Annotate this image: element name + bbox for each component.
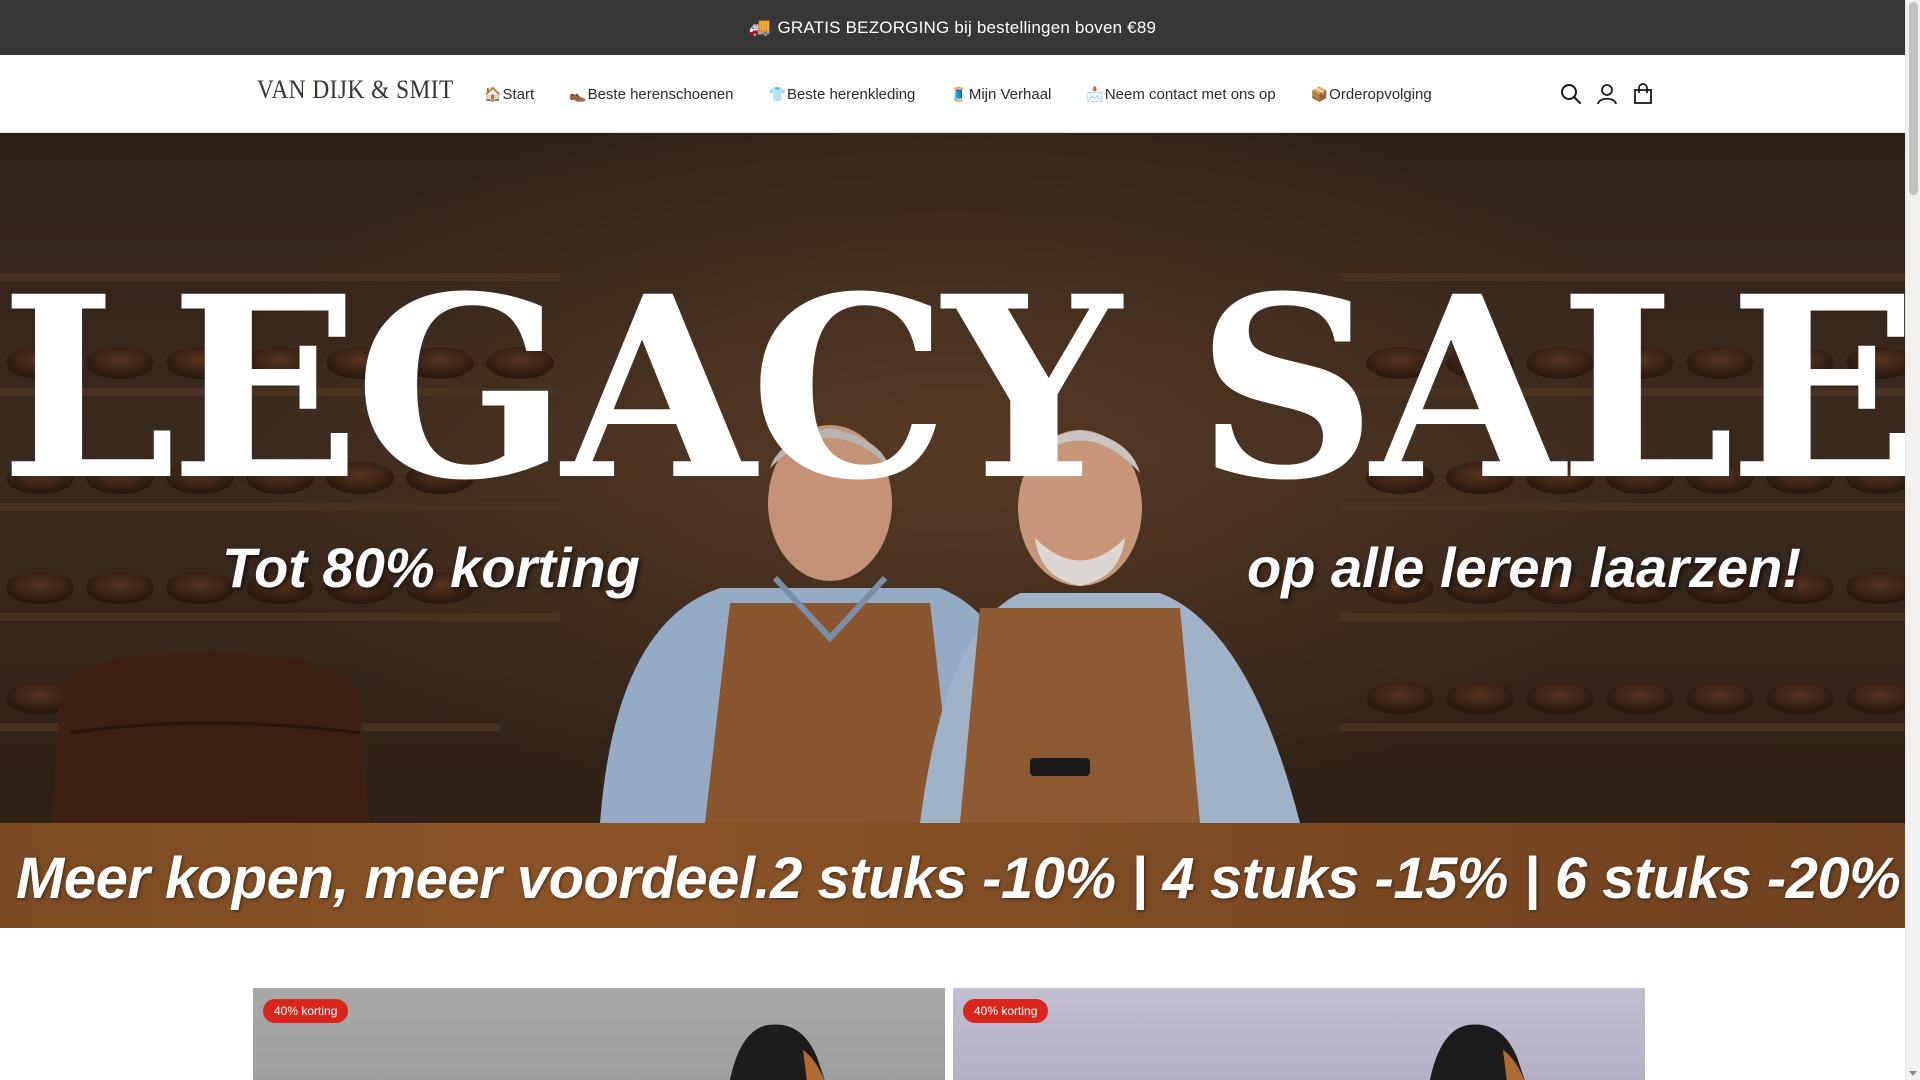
nav-label: Neem contact met ons op bbox=[1104, 85, 1276, 103]
shoe-image bbox=[729, 1024, 825, 1080]
cart-bag-icon[interactable] bbox=[1625, 76, 1661, 112]
header-actions bbox=[1553, 55, 1661, 133]
announcement-bar: 🚚 GRATIS BEZORGING bij bestellingen bove… bbox=[0, 0, 1905, 55]
nav-item-orderopvolging[interactable]: 📦 Orderopvolging bbox=[1311, 86, 1432, 103]
announcement-text: GRATIS BEZORGING bij bestellingen boven … bbox=[777, 17, 1157, 37]
nav-item-herenkleding[interactable]: 👕 Beste herenkleding bbox=[769, 86, 916, 103]
scrollbar-thumb[interactable] bbox=[1909, 2, 1918, 195]
thread-icon: 🧵 bbox=[950, 85, 968, 102]
nav-item-herenschoenen[interactable]: 👞 Beste herenschoenen bbox=[569, 86, 733, 103]
nav-label: Start bbox=[502, 85, 535, 103]
scroll-down-arrow-icon[interactable] bbox=[1909, 1071, 1917, 1076]
page-scrollbar[interactable] bbox=[1905, 0, 1920, 1080]
nav-label: Orderopvolging bbox=[1329, 85, 1432, 103]
main-nav: 🏠 Start 👞 Beste herenschoenen 👕 Beste he… bbox=[484, 55, 1467, 133]
hero-banner[interactable]: LEGACY SALE Tot 80% korting op alle lere… bbox=[0, 133, 1905, 928]
nav-item-mijn-verhaal[interactable]: 🧵 Mijn Verhaal bbox=[950, 86, 1051, 103]
product-card[interactable]: 40% korting bbox=[953, 988, 1645, 1080]
product-grid: 40% korting 40% korting bbox=[253, 988, 1645, 1080]
package-icon: 📦 bbox=[1310, 85, 1329, 102]
account-icon[interactable] bbox=[1589, 76, 1625, 112]
nav-item-contact[interactable]: 📩 Neem contact met ons op bbox=[1086, 86, 1275, 103]
house-icon: 🏠 bbox=[484, 85, 502, 102]
hero-headline: LEGACY SALE bbox=[0, 241, 1905, 535]
delivery-truck-icon: 🚚 bbox=[748, 17, 772, 37]
nav-item-start[interactable]: 🏠 Start bbox=[484, 86, 534, 103]
nav-label: Beste herenkleding bbox=[786, 85, 916, 103]
shoe-image bbox=[1429, 1024, 1525, 1080]
nav-label: Mijn Verhaal bbox=[968, 85, 1052, 103]
hero-subtitle-right: op alle leren laarzen! bbox=[1247, 536, 1801, 599]
discount-badge: 40% korting bbox=[963, 999, 1049, 1023]
tshirt-icon: 👕 bbox=[768, 85, 786, 102]
product-card[interactable]: 40% korting bbox=[253, 988, 945, 1080]
envelope-icon: 📩 bbox=[1086, 85, 1104, 102]
page: 🚚 GRATIS BEZORGING bij bestellingen bove… bbox=[0, 0, 1905, 1080]
nav-label: Beste herenschoenen bbox=[587, 85, 734, 103]
search-icon[interactable] bbox=[1553, 76, 1589, 112]
promo-text: Meer kopen, meer voordeel.2 stuks -10% |… bbox=[16, 846, 1901, 911]
site-header: VAN DIJK & SMIT 🏠 Start 👞 Beste herensch… bbox=[0, 55, 1905, 133]
shoe-icon: 👞 bbox=[569, 85, 587, 102]
store-logo[interactable]: VAN DIJK & SMIT bbox=[257, 75, 454, 105]
discount-badge: 40% korting bbox=[263, 999, 349, 1023]
hero-subtitle-left: Tot 80% korting bbox=[222, 536, 640, 599]
